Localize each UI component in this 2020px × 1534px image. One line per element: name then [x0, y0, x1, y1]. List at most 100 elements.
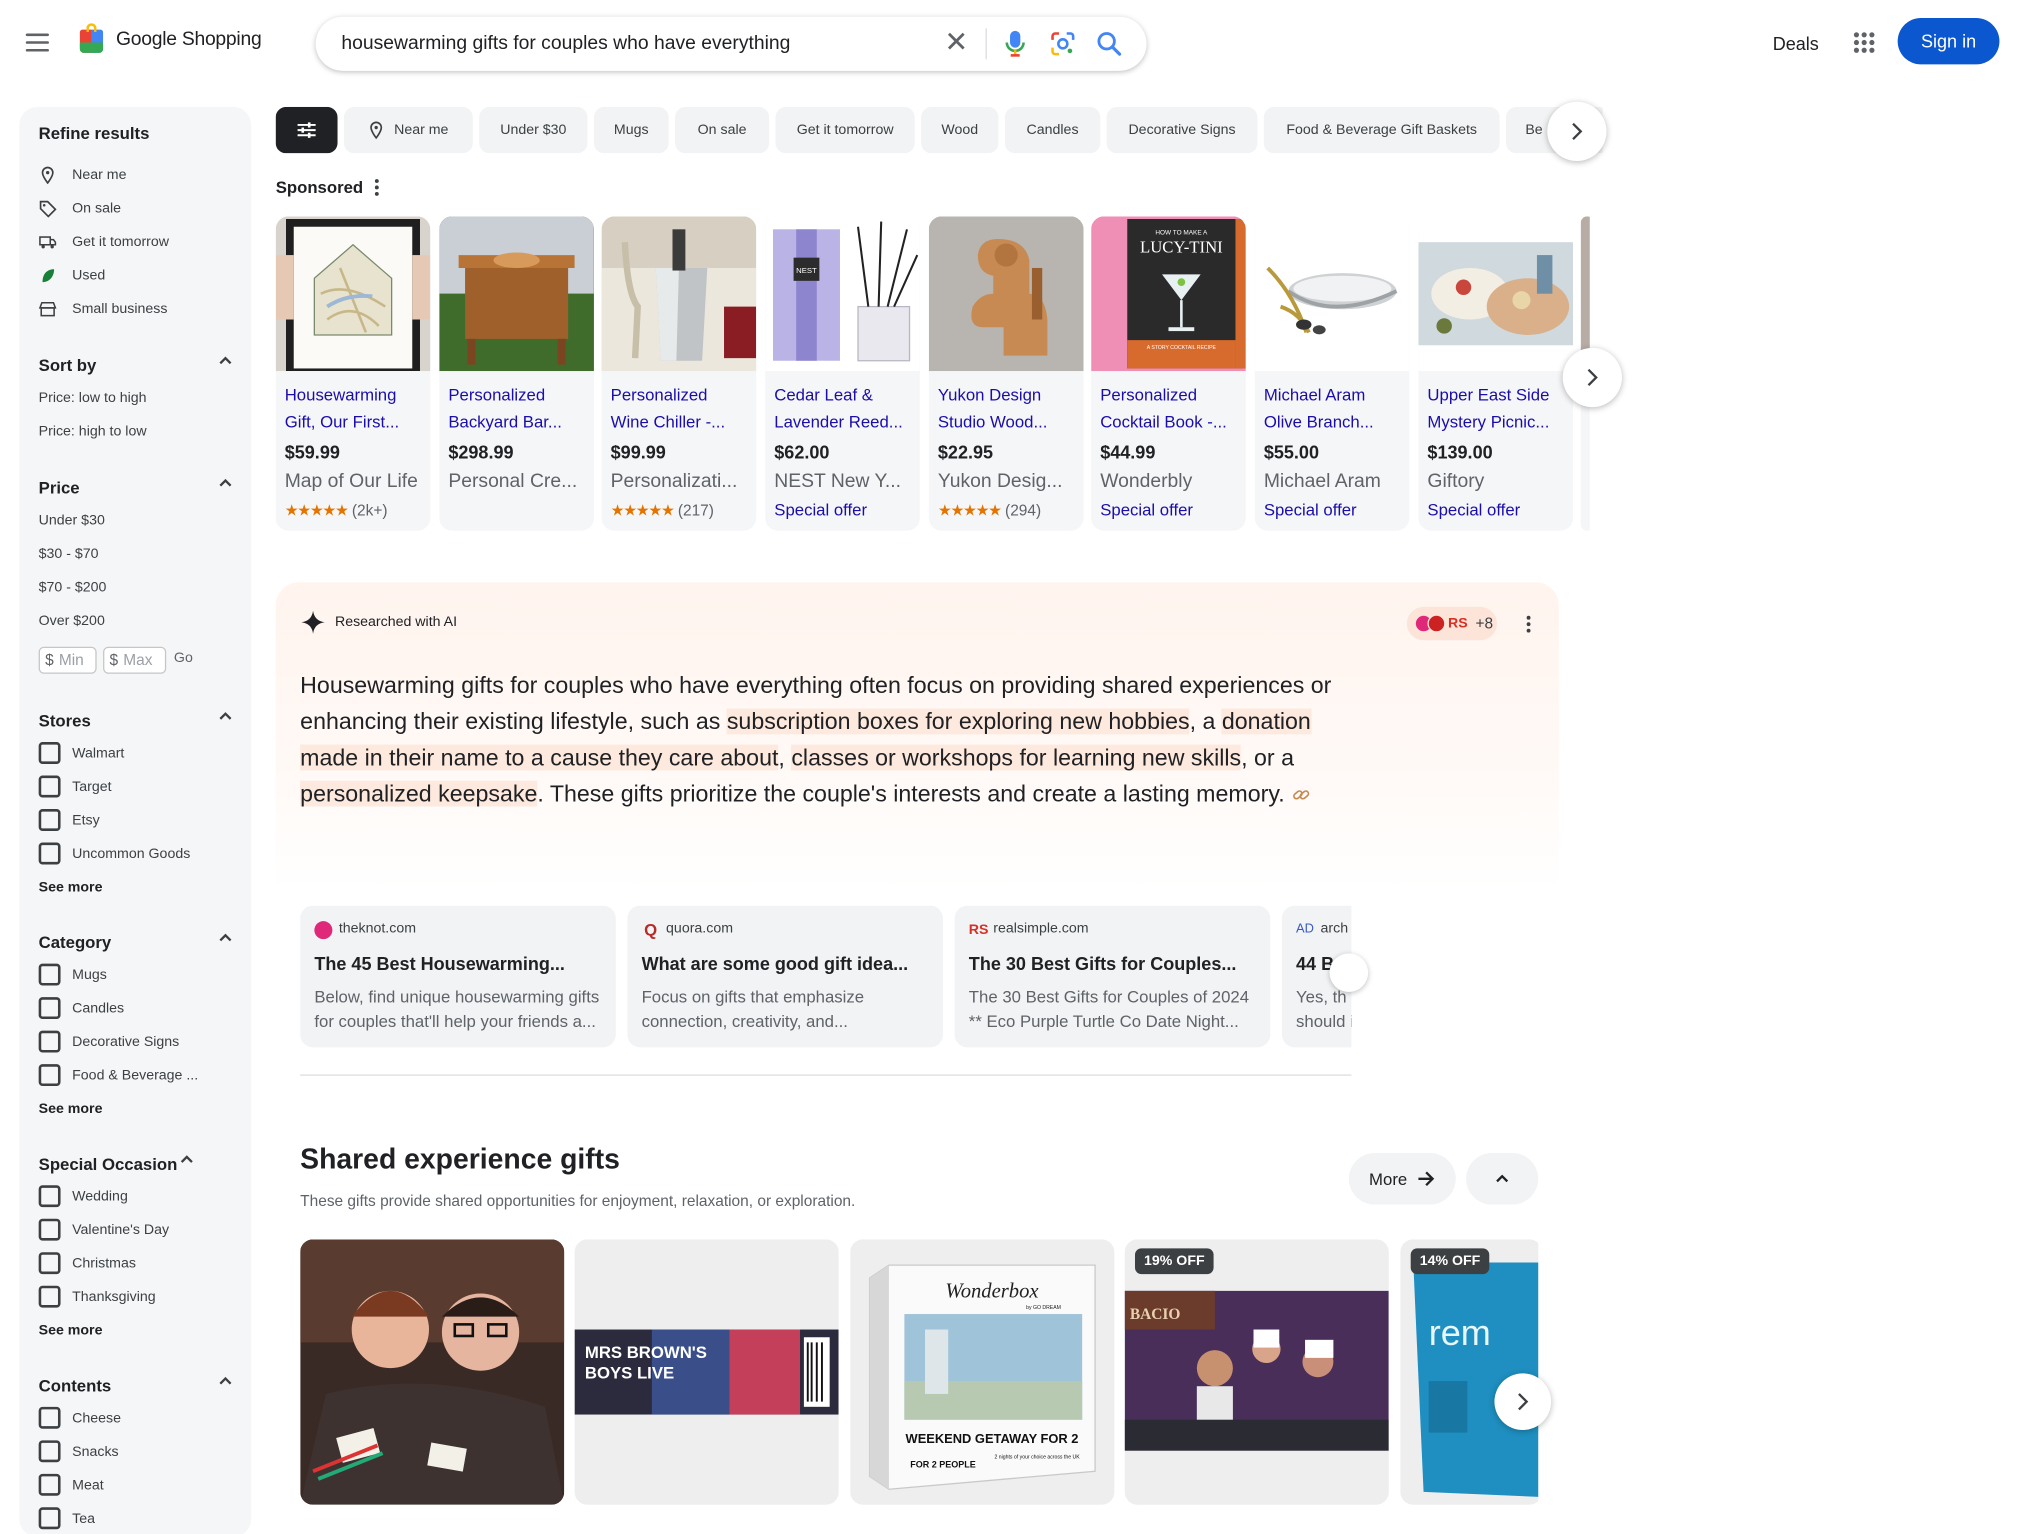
- occasion-see-more[interactable]: See more: [39, 1323, 103, 1338]
- occasion-christmas-checkbox[interactable]: Christmas: [38, 1252, 136, 1275]
- highlight-subscription[interactable]: subscription boxes for exploring new hob…: [726, 708, 1190, 735]
- store-uncommon-goods-checkbox[interactable]: Uncommon Goods: [38, 842, 190, 865]
- search-input[interactable]: [341, 32, 909, 55]
- sliders-icon: [297, 122, 316, 138]
- price-under-30[interactable]: Under $30: [39, 513, 105, 528]
- occasion-valentines-checkbox[interactable]: Valentine's Day: [38, 1218, 170, 1241]
- collapse-button[interactable]: [1466, 1153, 1539, 1205]
- google-shopping-logo[interactable]: Google Shopping: [77, 23, 262, 54]
- category-see-more[interactable]: See more: [39, 1101, 103, 1116]
- price-header[interactable]: Price: [39, 478, 232, 497]
- stores-see-more[interactable]: See more: [39, 880, 103, 895]
- price-over-200[interactable]: Over $200: [39, 613, 105, 628]
- price-70-200[interactable]: $70 - $200: [39, 580, 107, 595]
- store-walmart-checkbox[interactable]: Walmart: [38, 742, 124, 764]
- experience-card[interactable]: MRS BROWN'S BOYS LIVE: [574, 1239, 839, 1505]
- products-next-button[interactable]: [1562, 347, 1622, 408]
- chip-near-me[interactable]: Near me: [343, 106, 473, 154]
- chip-mugs[interactable]: Mugs: [593, 106, 669, 154]
- sort-low-high[interactable]: Price: low to high: [39, 390, 147, 405]
- sign-in-button[interactable]: Sign in: [1897, 18, 2000, 65]
- search-icon[interactable]: [1096, 31, 1122, 57]
- category-header[interactable]: Category: [39, 933, 232, 952]
- occasion-wedding-checkbox[interactable]: Wedding: [38, 1185, 128, 1208]
- chip-wood[interactable]: Wood: [921, 106, 999, 154]
- special-occasion-header[interactable]: Special Occasion: [39, 1154, 232, 1174]
- highlight-classes[interactable]: classes or workshops for learning new sk…: [791, 744, 1242, 771]
- product-card[interactable]: Michael Aram Olive Branch... $55.00 Micha…: [1254, 216, 1410, 531]
- sponsored-more-icon[interactable]: [374, 179, 382, 197]
- store-target-checkbox[interactable]: Target: [38, 775, 112, 798]
- experience-card[interactable]: [300, 1239, 565, 1505]
- contents-tea-checkbox[interactable]: Tea: [38, 1507, 95, 1530]
- experience-card[interactable]: BACIO 19% OFF: [1124, 1239, 1389, 1505]
- source-title: What are some good gift idea...: [641, 953, 909, 974]
- stores-header[interactable]: Stores: [39, 711, 232, 730]
- product-name: Cedar Leaf & Lavender Reed...: [774, 385, 903, 432]
- chip-under-30[interactable]: Under $30: [479, 106, 588, 154]
- contents-header[interactable]: Contents: [39, 1376, 232, 1395]
- product-card[interactable]: Upper East Side Mystery Picnic... $139.00…: [1418, 216, 1574, 531]
- sort-high-low[interactable]: Price: high to low: [39, 424, 147, 439]
- price-30-70[interactable]: $30 - $70: [39, 546, 99, 561]
- filter-small-business[interactable]: Small business: [38, 300, 168, 318]
- product-card[interactable]: Personalized Wine Chiller -... $99.99 Per…: [601, 216, 757, 531]
- product-card[interactable]: Yukon Design Studio Wood... $22.95 Yukon …: [928, 216, 1084, 531]
- chip-candles[interactable]: Candles: [1004, 106, 1101, 154]
- google-lens-icon[interactable]: [1050, 31, 1076, 57]
- contents-snacks-checkbox[interactable]: Snacks: [38, 1440, 119, 1463]
- all-filters-chip[interactable]: [275, 106, 338, 154]
- category-decorative-signs-checkbox[interactable]: Decorative Signs: [38, 1030, 179, 1053]
- special-offer-label: Special offer: [1100, 499, 1194, 520]
- highlight-keepsake[interactable]: personalized keepsake: [300, 780, 538, 807]
- chip-food-beverage-gift-baskets[interactable]: Food & Beverage Gift Baskets: [1263, 106, 1500, 154]
- store-etsy-checkbox[interactable]: Etsy: [38, 809, 100, 831]
- clear-search-icon[interactable]: ✕: [944, 28, 968, 56]
- section-title: Shared experience gifts: [300, 1142, 620, 1175]
- chevron-up-icon: [219, 712, 232, 720]
- category-candles-checkbox[interactable]: Candles: [38, 997, 124, 1020]
- source-card[interactable]: RS realsimple.com The 30 Best Gifts for …: [954, 905, 1271, 1048]
- deals-link[interactable]: Deals: [1773, 33, 1819, 54]
- source-card[interactable]: theknot.com The 45 Best Housewarming... …: [300, 905, 616, 1048]
- price-go-button[interactable]: Go: [174, 651, 193, 666]
- menu-icon[interactable]: [25, 33, 49, 52]
- filter-near-me[interactable]: Near me: [39, 166, 126, 185]
- chip-decorative-signs[interactable]: Decorative Signs: [1106, 106, 1258, 154]
- source-avatars[interactable]: RS +8: [1406, 606, 1498, 641]
- experience-card[interactable]: Wonderbox by GO DREAM WEEKEND GETAWAY FOR …: [850, 1239, 1115, 1505]
- price-max-input[interactable]: $ Max: [103, 646, 167, 674]
- chip-get-it-tomorrow[interactable]: Get it tomorrow: [775, 106, 915, 154]
- sources-next-button[interactable]: [1329, 953, 1369, 992]
- product-image: NEST: [765, 216, 920, 372]
- product-card[interactable]: Housewarming Gift, Our First... $59.99 Ma…: [275, 216, 431, 531]
- filter-get-it-tomorrow[interactable]: Get it tomorrow: [39, 233, 169, 251]
- product-card[interactable]: NEST Cedar Leaf & Lavender Reed... $62.00…: [765, 216, 920, 531]
- chip-on-sale[interactable]: On sale: [675, 106, 770, 154]
- contents-cheese-checkbox[interactable]: Cheese: [38, 1406, 121, 1429]
- chips-next-button[interactable]: [1547, 101, 1607, 162]
- sort-by-header[interactable]: Sort by: [39, 356, 232, 375]
- product-card[interactable]: Personalized Backyard Bar... $298.99 Pers…: [439, 216, 594, 531]
- experience-card-partial[interactable]: rem 14% OFF: [1400, 1239, 1539, 1505]
- filter-on-sale[interactable]: On sale: [39, 200, 121, 218]
- category-mugs-checkbox[interactable]: Mugs: [38, 963, 107, 986]
- source-card[interactable]: Q quora.com What are some good gift idea…: [627, 905, 944, 1048]
- occasion-thanksgiving-checkbox[interactable]: Thanksgiving: [38, 1285, 156, 1308]
- cards-next-button[interactable]: [1494, 1373, 1552, 1431]
- chevron-up-icon: [219, 356, 232, 365]
- price-min-input[interactable]: $ Min: [38, 646, 97, 674]
- ai-more-icon[interactable]: [1525, 615, 1533, 634]
- more-button[interactable]: More: [1348, 1153, 1456, 1205]
- microphone-icon[interactable]: [1005, 30, 1026, 58]
- filter-used[interactable]: Used: [39, 267, 105, 285]
- category-food-beverage-checkbox[interactable]: Food & Beverage ...: [38, 1064, 198, 1087]
- checkbox-label: Valentine's Day: [72, 1221, 170, 1238]
- product-card[interactable]: HOW TO MAKE A LUCY-TINI A STORY COCKTAIL R…: [1091, 216, 1246, 531]
- product-price: $44.99: [1100, 441, 1156, 463]
- apps-grid-icon[interactable]: [1853, 32, 1875, 53]
- contents-meat-checkbox[interactable]: Meat: [38, 1473, 104, 1496]
- checkbox-label: Etsy: [72, 812, 100, 828]
- link-icon[interactable]: [1292, 786, 1310, 804]
- filter-label: Small business: [72, 301, 168, 317]
